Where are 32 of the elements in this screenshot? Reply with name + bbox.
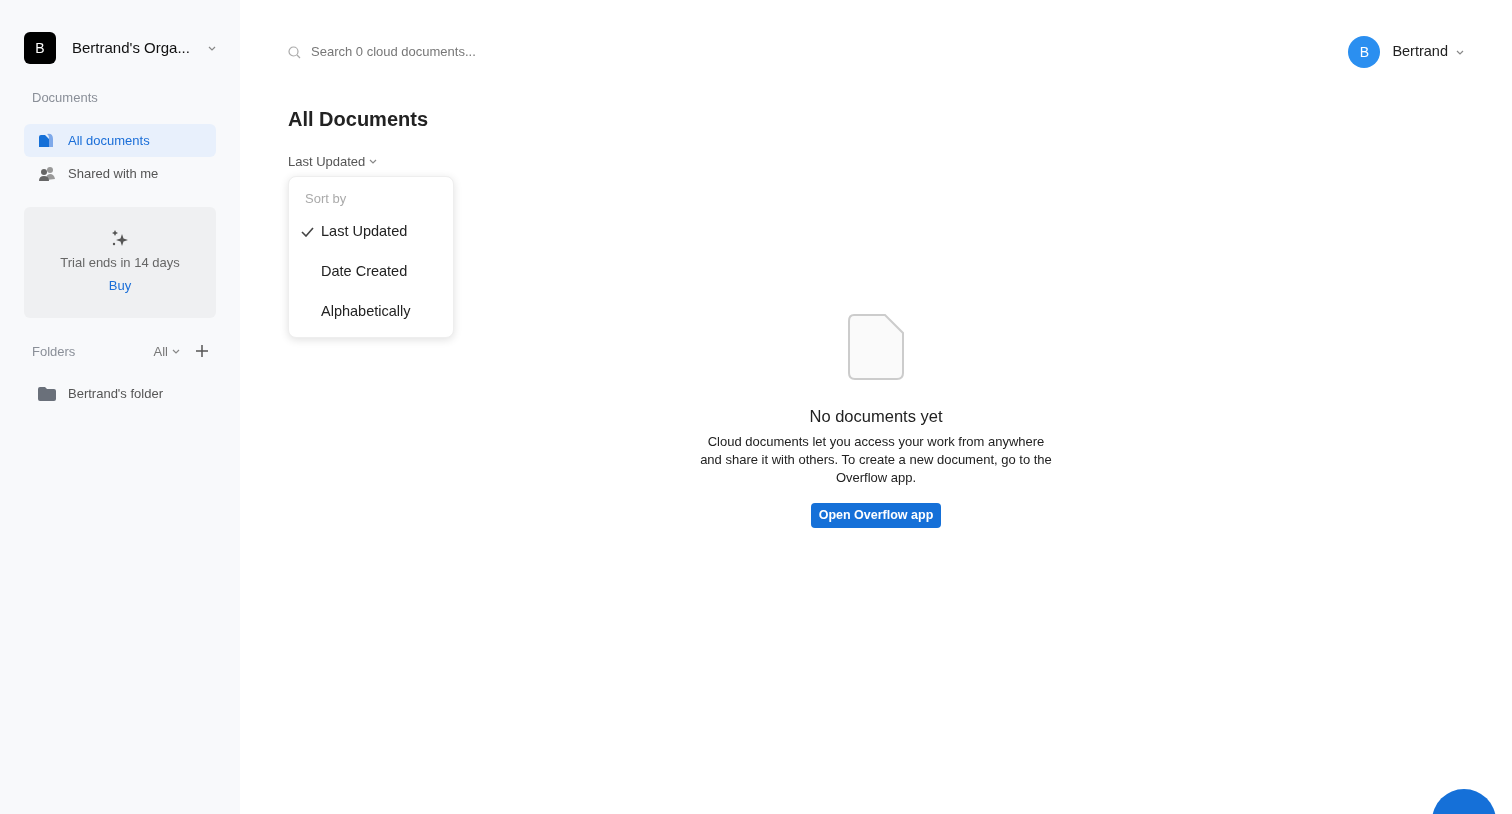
documents-icon — [38, 132, 56, 149]
chevron-down-icon — [208, 45, 216, 51]
menu-title: Sort by — [304, 189, 348, 208]
nav-item[interactable]: Shared with me — [24, 157, 216, 191]
filter-dropdown[interactable]: All — [153, 341, 180, 361]
trial-notice: Trial ends in 14 days — [59, 253, 181, 272]
user-name[interactable]: Bertrand — [1392, 41, 1448, 63]
folder-icon — [38, 386, 56, 401]
section-title: Documents — [31, 89, 99, 107]
folder-item[interactable]: Bertrand's folder — [24, 377, 216, 411]
sparkles-icon — [111, 228, 129, 247]
buy-link[interactable]: Buy — [108, 276, 132, 296]
document-icon — [848, 314, 904, 380]
menu-option[interactable]: Last Updated — [289, 212, 453, 252]
empty-title: No documents yet — [809, 406, 943, 427]
nav-item[interactable]: All documents — [24, 123, 216, 157]
people-icon — [38, 165, 56, 182]
org-logo: B — [24, 32, 56, 64]
sort-dropdown[interactable]: Last Updated — [288, 152, 378, 172]
page-heading: All Documents — [288, 107, 430, 132]
open-app-button[interactable]: Open Overflow app — [810, 502, 942, 528]
chevron-down-icon — [369, 159, 378, 165]
search-field[interactable]: Search 0 cloud documents... — [309, 41, 549, 63]
plus-icon — [196, 345, 208, 358]
search-icon — [288, 45, 301, 59]
section-title: Folders — [32, 342, 77, 361]
menu-option[interactable]: Date Created — [289, 251, 453, 292]
org-name[interactable]: Bertrand's Orga... — [72, 36, 192, 60]
menu-option[interactable]: Alphabetically — [289, 291, 453, 332]
chevron-down-icon — [172, 348, 180, 354]
chevron-down-icon — [1456, 49, 1464, 55]
empty-description: Cloud documents let you access your work from anywhere and share it with others. To create a new document, go to the Overflow app. — [699, 432, 1053, 487]
